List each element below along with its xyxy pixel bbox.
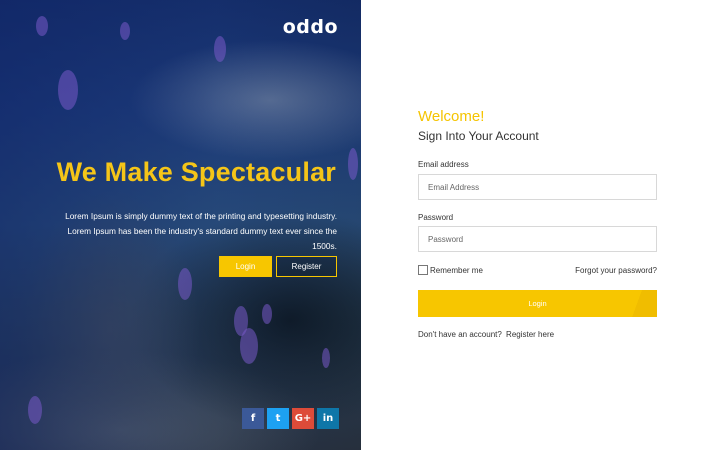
hero-login-button[interactable]: Login: [219, 256, 272, 277]
register-prompt: Don't have an account? Register here: [418, 330, 554, 339]
login-button[interactable]: Login: [418, 290, 657, 317]
register-link[interactable]: Register here: [506, 330, 554, 339]
social-links: f t G+ in: [242, 408, 339, 429]
hero-description: Lorem Ipsum is simply dummy text of the …: [65, 211, 337, 251]
login-form-panel: Welcome! Sign Into Your Account Email ad…: [361, 0, 720, 450]
email-field[interactable]: [418, 174, 657, 200]
password-label: Password: [418, 213, 454, 222]
no-account-text: Don't have an account?: [418, 330, 502, 339]
password-field[interactable]: [418, 226, 657, 252]
linkedin-icon[interactable]: in: [317, 408, 339, 429]
twitter-icon[interactable]: t: [267, 408, 289, 429]
facebook-icon[interactable]: f: [242, 408, 264, 429]
remember-me-toggle[interactable]: Remember me: [418, 265, 483, 275]
form-subtitle: Sign Into Your Account: [418, 129, 539, 143]
email-label: Email address: [418, 160, 469, 169]
remember-me-checkbox[interactable]: [418, 265, 428, 275]
google-plus-icon[interactable]: G+: [292, 408, 314, 429]
brand-logo: oddo: [282, 16, 338, 38]
hero-panel: oddo We Make Spectacular Lorem Ipsum is …: [0, 0, 361, 450]
welcome-title: Welcome!: [418, 108, 485, 125]
hero-register-button[interactable]: Register: [276, 256, 337, 277]
forgot-password-link[interactable]: Forgot your password?: [575, 266, 657, 275]
hero-headline: We Make Spectacular: [56, 157, 336, 187]
remember-me-label: Remember me: [430, 265, 483, 275]
